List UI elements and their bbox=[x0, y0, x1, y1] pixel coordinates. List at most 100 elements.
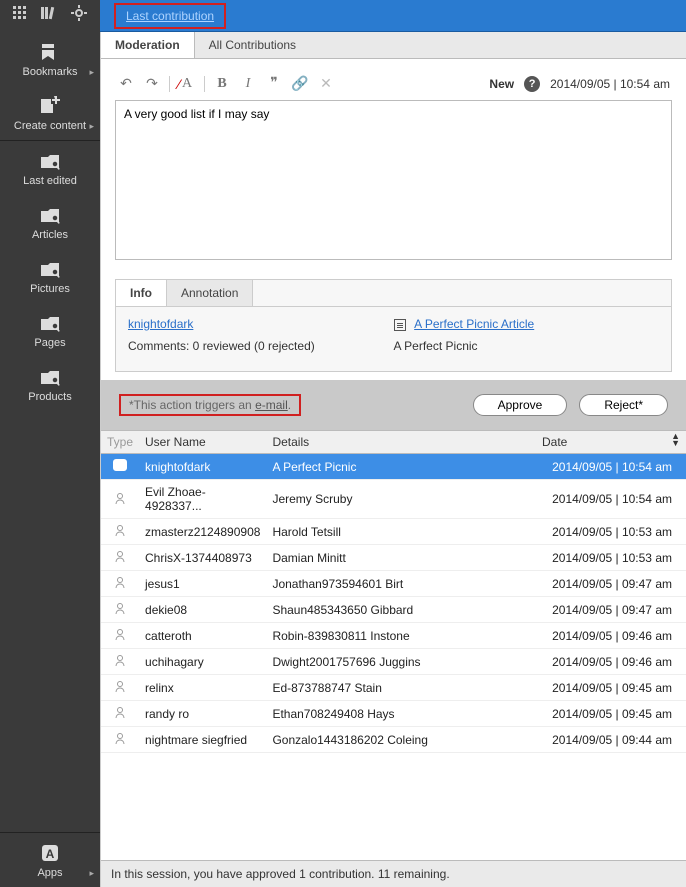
reject-button[interactable]: Reject* bbox=[579, 394, 668, 416]
cell-date: 2014/09/05 | 09:47 am bbox=[536, 571, 686, 597]
topbar-app-icons bbox=[0, 0, 100, 32]
table-row[interactable]: ChrisX-1374408973Damian Minitt2014/09/05… bbox=[101, 545, 686, 571]
apps-icon: A bbox=[40, 843, 60, 863]
toolpane-label: Pictures bbox=[30, 283, 70, 295]
cell-date: 2014/09/05 | 10:53 am bbox=[536, 519, 686, 545]
cell-date: 2014/09/05 | 09:45 am bbox=[536, 675, 686, 701]
topbar: Last contribution bbox=[0, 0, 686, 32]
comment-editor[interactable] bbox=[115, 100, 672, 260]
cell-details: Dwight2001757696 Juggins bbox=[266, 649, 536, 675]
contributions-grid[interactable]: Type User Name Details Date▲▼ knightofda… bbox=[101, 430, 686, 860]
unlink-icon[interactable]: ✕ bbox=[317, 75, 335, 92]
editor-status: New bbox=[489, 77, 514, 91]
clear-format-icon[interactable]: A⁄ bbox=[178, 76, 196, 92]
cell-user: ChrisX-1374408973 bbox=[139, 545, 266, 571]
info-user-link[interactable]: knightofdark bbox=[128, 317, 193, 331]
cell-date: 2014/09/05 | 09:46 am bbox=[536, 623, 686, 649]
person-icon bbox=[114, 706, 126, 718]
col-type[interactable]: Type bbox=[101, 431, 139, 454]
quote-icon[interactable]: ❞ bbox=[265, 75, 283, 92]
cell-user: uchihagary bbox=[139, 649, 266, 675]
email-link[interactable]: e-mail bbox=[255, 398, 288, 412]
action-bar: *This action triggers an e-mail. Approve… bbox=[101, 380, 686, 430]
tab-annotation[interactable]: Annotation bbox=[167, 280, 253, 306]
approve-button[interactable]: Approve bbox=[473, 394, 568, 416]
italic-icon[interactable]: I bbox=[239, 76, 257, 92]
folder-search-icon bbox=[39, 367, 61, 387]
cell-details: Ed-873788747 Stain bbox=[266, 675, 536, 701]
cell-user: randy ro bbox=[139, 701, 266, 727]
content-tabs: Moderation All Contributions bbox=[101, 32, 686, 59]
last-contribution-tab[interactable]: Last contribution bbox=[114, 3, 226, 29]
cell-user: jesus1 bbox=[139, 571, 266, 597]
cell-user: Evil Zhoae-4928337... bbox=[139, 480, 266, 519]
cell-user: nightmare siegfried bbox=[139, 727, 266, 753]
person-icon bbox=[114, 492, 126, 504]
table-row[interactable]: jesus1Jonathan973594601 Birt2014/09/05 |… bbox=[101, 571, 686, 597]
table-row[interactable]: catterothRobin-839830811 Instone2014/09/… bbox=[101, 623, 686, 649]
svg-text:A: A bbox=[46, 847, 55, 861]
bookmark-icon bbox=[39, 42, 61, 62]
cell-date: 2014/09/05 | 09:45 am bbox=[536, 701, 686, 727]
info-comments: Comments: 0 reviewed (0 rejected) bbox=[128, 339, 394, 353]
status-bar: In this session, you have approved 1 con… bbox=[101, 860, 686, 887]
last-contribution-link[interactable]: Last contribution bbox=[126, 9, 214, 23]
bold-icon[interactable]: B bbox=[213, 76, 231, 92]
col-details[interactable]: Details bbox=[266, 431, 536, 454]
library-icon[interactable] bbox=[41, 6, 57, 25]
link-icon[interactable]: 🔗 bbox=[291, 75, 309, 92]
col-user[interactable]: User Name bbox=[139, 431, 266, 454]
cell-details: Shaun485343650 Gibbard bbox=[266, 597, 536, 623]
toolpane-apps[interactable]: A Apps ▸ bbox=[0, 833, 100, 887]
grid-icon[interactable] bbox=[13, 6, 27, 25]
table-row[interactable]: dekie08Shaun485343650 Gibbard2014/09/05 … bbox=[101, 597, 686, 623]
cell-details: Jeremy Scruby bbox=[266, 480, 536, 519]
cell-details: Ethan708249408 Hays bbox=[266, 701, 536, 727]
trigger-notice: *This action triggers an e-mail. bbox=[119, 394, 301, 416]
table-row[interactable]: randy roEthan708249408 Hays2014/09/05 | … bbox=[101, 701, 686, 727]
toolpane-last-edited[interactable]: Last edited bbox=[0, 141, 100, 195]
person-icon bbox=[114, 576, 126, 588]
toolpane-bookmarks[interactable]: Bookmarks ▸ bbox=[0, 32, 100, 86]
table-row[interactable]: relinxEd-873788747 Stain2014/09/05 | 09:… bbox=[101, 675, 686, 701]
comment-icon bbox=[113, 459, 127, 471]
toolpane-pictures[interactable]: Pictures bbox=[0, 249, 100, 303]
toolpane-products[interactable]: Products bbox=[0, 357, 100, 411]
info-article-link[interactable]: A Perfect Picnic Article bbox=[414, 317, 534, 331]
sort-icon: ▲▼ bbox=[671, 433, 680, 447]
target-icon[interactable] bbox=[71, 5, 87, 26]
cell-date: 2014/09/05 | 09:47 am bbox=[536, 597, 686, 623]
toolpane-label: Products bbox=[28, 391, 71, 403]
toolpane-pages[interactable]: Pages bbox=[0, 303, 100, 357]
toolpane-label: Bookmarks bbox=[22, 66, 77, 78]
table-row[interactable]: nightmare siegfriedGonzalo1443186202 Col… bbox=[101, 727, 686, 753]
tab-all-contributions[interactable]: All Contributions bbox=[195, 32, 310, 58]
cell-details: Gonzalo1443186202 Coleing bbox=[266, 727, 536, 753]
cell-details: Jonathan973594601 Birt bbox=[266, 571, 536, 597]
person-icon bbox=[114, 680, 126, 692]
cell-date: 2014/09/05 | 10:54 am bbox=[536, 454, 686, 480]
col-date[interactable]: Date▲▼ bbox=[536, 431, 686, 454]
editor-toolbar: ↶ ↷ A⁄ B I ❞ 🔗 ✕ New ? 2014/09/05 | 10:5… bbox=[115, 71, 672, 100]
tab-moderation[interactable]: Moderation bbox=[101, 32, 195, 58]
table-row[interactable]: zmasterz2124890908Harold Tetsill2014/09/… bbox=[101, 519, 686, 545]
cell-date: 2014/09/05 | 09:46 am bbox=[536, 649, 686, 675]
tab-info[interactable]: Info bbox=[116, 280, 167, 306]
toolpane-create-content[interactable]: Create content ▸ bbox=[0, 86, 100, 140]
toolpane-label: Apps bbox=[37, 867, 62, 879]
folder-search-icon bbox=[39, 259, 61, 279]
toolpane-articles[interactable]: Articles bbox=[0, 195, 100, 249]
cell-date: 2014/09/05 | 10:54 am bbox=[536, 480, 686, 519]
undo-icon[interactable]: ↶ bbox=[117, 75, 135, 92]
folder-search-icon bbox=[39, 313, 61, 333]
chevron-right-icon: ▸ bbox=[89, 67, 94, 78]
table-row[interactable]: knightofdarkA Perfect Picnic2014/09/05 |… bbox=[101, 454, 686, 480]
toolpane-label: Last edited bbox=[23, 175, 77, 187]
redo-icon[interactable]: ↷ bbox=[143, 75, 161, 92]
help-icon[interactable]: ? bbox=[524, 76, 540, 92]
info-panel: Info Annotation knightofdark Comments: 0… bbox=[115, 279, 672, 372]
person-icon bbox=[114, 524, 126, 536]
table-row[interactable]: uchihagaryDwight2001757696 Juggins2014/0… bbox=[101, 649, 686, 675]
table-row[interactable]: Evil Zhoae-4928337...Jeremy Scruby2014/0… bbox=[101, 480, 686, 519]
cell-date: 2014/09/05 | 09:44 am bbox=[536, 727, 686, 753]
